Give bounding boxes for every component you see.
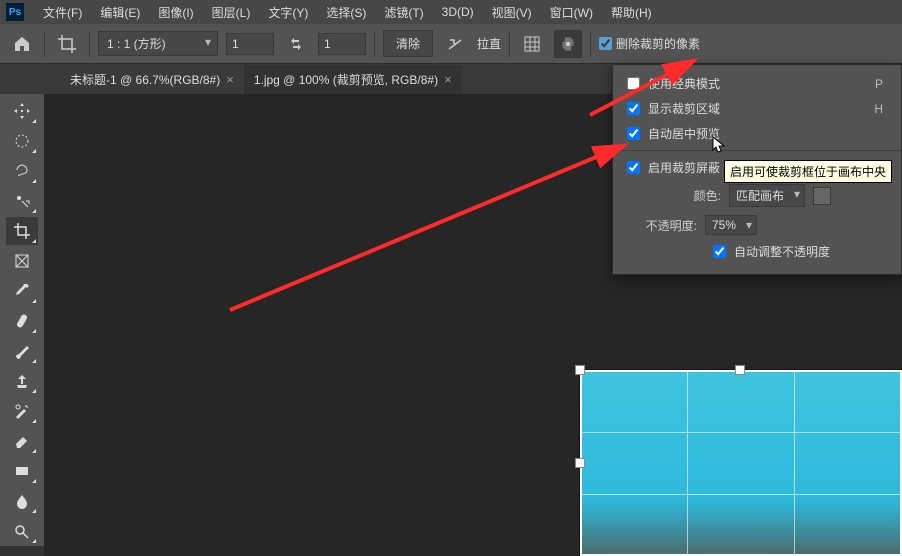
tooltip: 启用可使裁剪框位于画布中央 xyxy=(724,160,892,183)
annotation-arrow-1 xyxy=(0,0,902,556)
cursor-icon xyxy=(712,136,726,154)
